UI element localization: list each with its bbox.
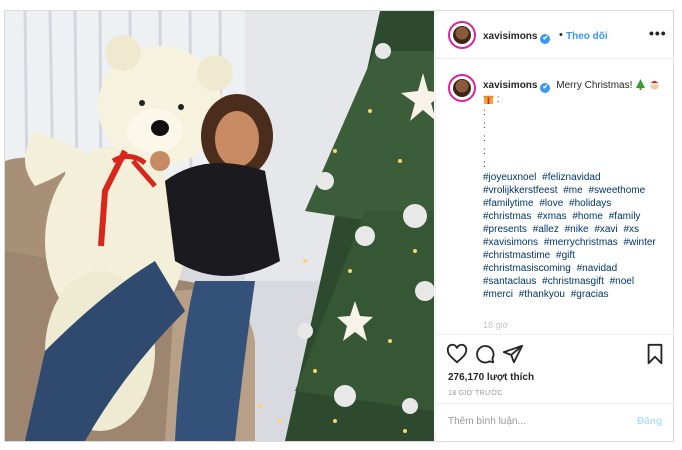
hashtag-link[interactable]: #santaclaus (483, 276, 536, 287)
action-bar: 276,170 lượt thích 18 GIỜ TRƯỚC Thêm bìn… (436, 334, 674, 434)
username-link[interactable]: xavisimons ✔ (483, 31, 551, 44)
username-text: xavisimons (483, 31, 538, 42)
hashtag-link[interactable]: #christmastime (483, 250, 550, 261)
verified-icon: ✔ (540, 83, 551, 93)
hashtag-link[interactable]: #winter (624, 237, 656, 248)
hashtag-link[interactable]: #merrychristmas (544, 237, 618, 248)
comment-box: Thêm bình luận... Đăng (436, 403, 674, 441)
caption-colon: : (496, 94, 500, 105)
hashtag-link[interactable]: #gracias (571, 289, 609, 300)
hashtag-link[interactable]: #allez (533, 224, 559, 235)
hashtag-link[interactable]: #xavisimons (483, 237, 538, 248)
instagram-post: xavisimons ✔ • Theo dõi ••• xavisimons ✔ M… (4, 10, 674, 442)
caption-avatar[interactable] (448, 74, 476, 102)
hashtag-list: #joyeuxnoel #feliznavidad #vrolijkkerstf… (483, 171, 668, 301)
post-comment-button[interactable]: Đăng (637, 416, 662, 427)
post-side-panel: xavisimons ✔ • Theo dõi ••• xavisimons ✔ M… (435, 11, 674, 441)
caption-dot-line: : (483, 107, 486, 118)
hashtag-link[interactable]: #nike (565, 224, 589, 235)
separator-dot: • (559, 29, 563, 41)
caption-dot-line: : (483, 133, 486, 144)
comment-icon[interactable] (474, 343, 496, 365)
hashtag-link[interactable]: #noel (610, 276, 634, 287)
hashtag-link[interactable]: #thankyou (519, 289, 565, 300)
hashtag-link[interactable]: #joyeuxnoel (483, 172, 536, 183)
follow-button[interactable]: Theo dõi (566, 31, 608, 42)
hashtag-link[interactable]: #gift (556, 250, 575, 261)
hashtag-link[interactable]: #love (539, 198, 563, 209)
christmas-tree-icon (636, 79, 646, 90)
hashtag-link[interactable]: #navidad (577, 263, 618, 274)
caption-dot-line: : (483, 120, 486, 131)
caption-time: 18 giờ (483, 320, 509, 330)
post-photo[interactable] (5, 11, 434, 441)
caption-area: xavisimons ✔ Merry Christmas! : : : : : :… (436, 60, 674, 334)
hashtag-link[interactable]: #xavi (594, 224, 617, 235)
santa-icon (650, 80, 659, 90)
caption-message: Merry Christmas! (556, 80, 633, 91)
hashtag-link[interactable]: #vrolijkkerstfeest (483, 185, 557, 196)
share-icon[interactable] (502, 343, 524, 365)
hashtag-link[interactable]: #merci (483, 289, 513, 300)
caption-dot-line: : (483, 146, 486, 157)
caption-dots: : : : : : (483, 106, 668, 171)
hashtag-link[interactable]: #presents (483, 224, 527, 235)
comment-input[interactable]: Thêm bình luận... (448, 416, 526, 427)
hashtag-link[interactable]: #holidays (569, 198, 611, 209)
hashtag-link[interactable]: #home (572, 211, 603, 222)
avatar[interactable] (448, 21, 476, 49)
hashtag-link[interactable]: #xmas (537, 211, 566, 222)
hashtag-link[interactable]: #family (609, 211, 641, 222)
hashtag-link[interactable]: #sweethome (588, 185, 645, 196)
post-header: xavisimons ✔ • Theo dõi ••• (436, 11, 674, 59)
likes-count[interactable]: 276,170 lượt thích (448, 372, 534, 383)
hashtag-link[interactable]: #christmasiscoming (483, 263, 571, 274)
heart-icon[interactable] (446, 343, 468, 365)
hashtag-link[interactable]: #christmas (483, 211, 531, 222)
caption-dot-line: : (483, 159, 486, 170)
hashtag-link[interactable]: #christmasgift (542, 276, 604, 287)
caption-username[interactable]: xavisimons ✔ (483, 80, 551, 93)
verified-icon: ✔ (540, 34, 551, 44)
hashtag-link[interactable]: #xs (623, 224, 639, 235)
gift-icon (483, 95, 494, 104)
caption-text: xavisimons ✔ Merry Christmas! : : : : : :… (483, 79, 668, 301)
hashtag-link[interactable]: #feliznavidad (542, 172, 600, 183)
hashtag-link[interactable]: #familytime (483, 198, 534, 209)
hashtag-link[interactable]: #me (563, 185, 582, 196)
more-options-icon[interactable]: ••• (649, 25, 667, 41)
caption-username-text: xavisimons (483, 80, 538, 91)
bookmark-icon[interactable] (644, 343, 666, 365)
photo-illustration (5, 11, 434, 441)
post-time: 18 GIỜ TRƯỚC (448, 390, 503, 397)
